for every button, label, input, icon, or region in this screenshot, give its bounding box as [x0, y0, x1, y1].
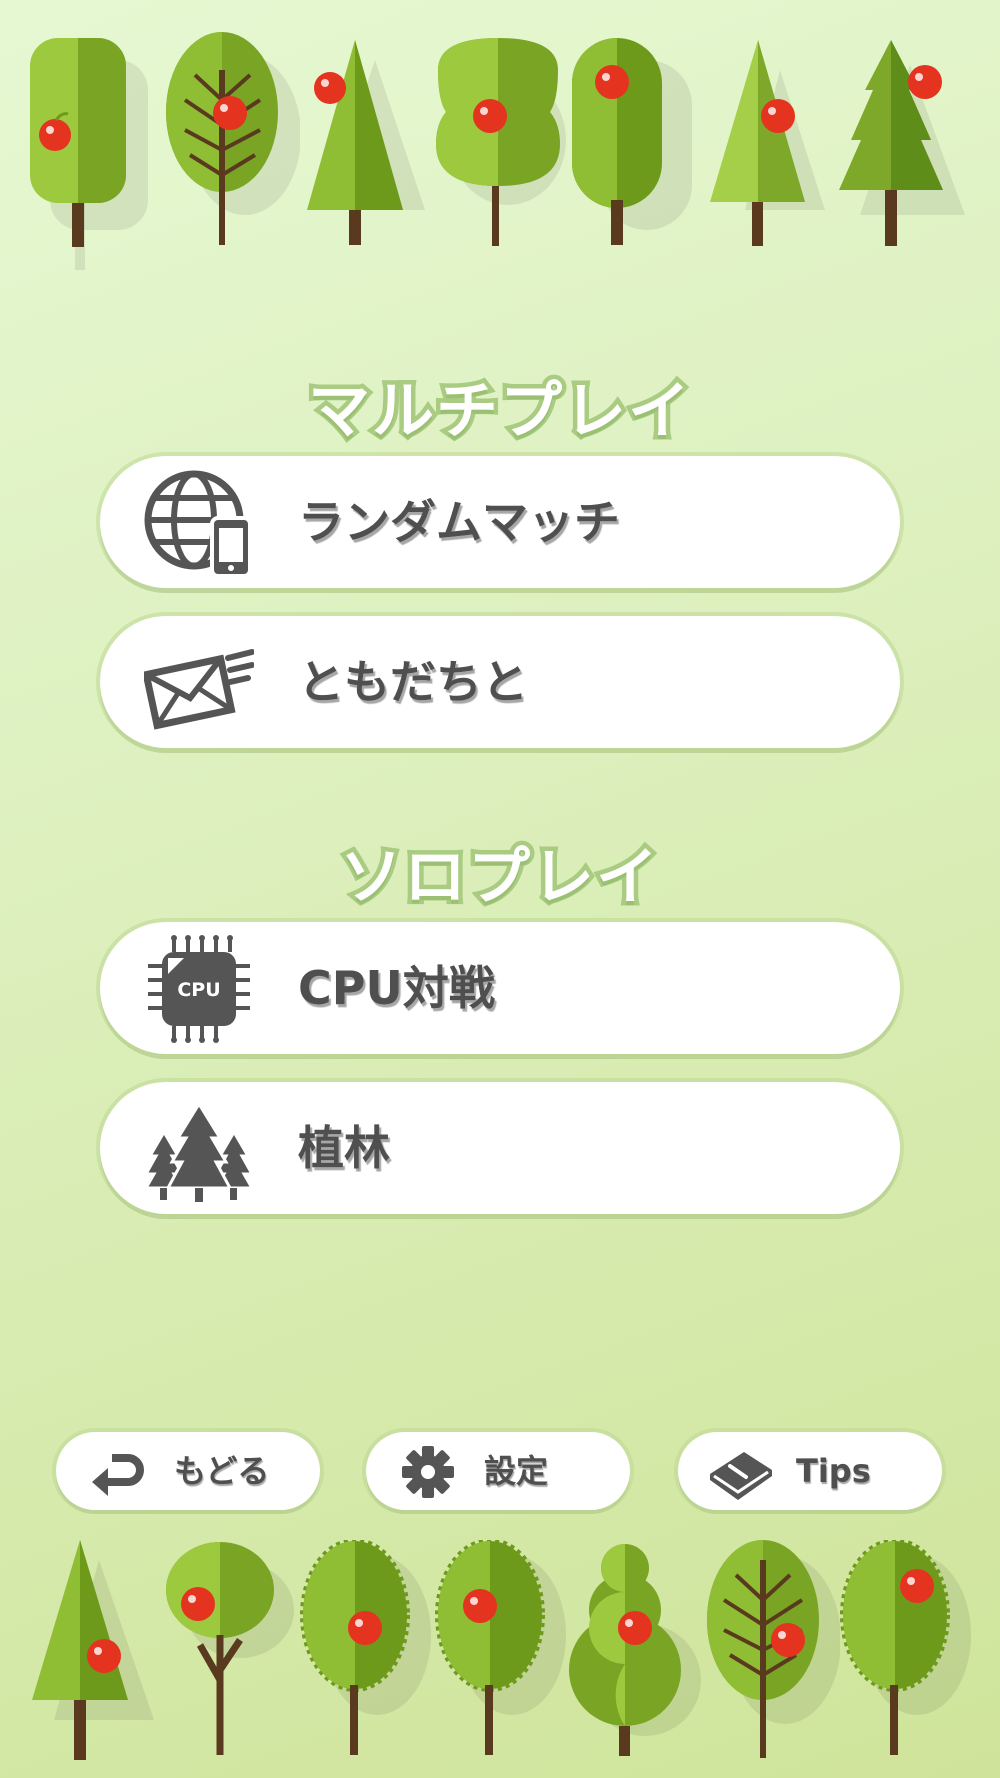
friends-label: ともだちと: [295, 652, 531, 712]
book-icon: [710, 1452, 772, 1500]
cpu-battle-button[interactable]: CPU CPU対戦: [100, 922, 900, 1054]
tree-5: [572, 38, 692, 245]
tree-b4: [435, 1540, 566, 1755]
back-button[interactable]: もどる: [56, 1432, 320, 1510]
tree-3: [307, 40, 425, 245]
envelope-icon: [144, 649, 254, 730]
cpu-chip-icon: CPU: [148, 935, 250, 1043]
tree-6: [710, 40, 825, 246]
cpu-battle-label: CPU対戦: [295, 958, 498, 1018]
tree-2: [166, 32, 300, 245]
return-arrow-icon: [92, 1454, 144, 1496]
bottom-tree-decoration: [0, 1540, 1000, 1778]
tree-7: [839, 40, 965, 246]
cpu-chip-text: CPU: [177, 979, 220, 1001]
soloplay-section-title: ソロプレイ: [335, 836, 662, 918]
tree-1: [30, 38, 148, 270]
back-label: もどる: [171, 1450, 271, 1493]
tree-b1: [32, 1540, 154, 1760]
planting-button[interactable]: 植林: [100, 1082, 900, 1214]
tree-b7: [840, 1540, 971, 1755]
tree-b3: [300, 1540, 431, 1755]
settings-label: 設定: [481, 1450, 550, 1493]
tips-button[interactable]: Tips: [678, 1432, 942, 1510]
random-match-label: ランダムマッチ: [295, 492, 623, 552]
gear-icon: [402, 1446, 454, 1498]
random-match-button[interactable]: ランダムマッチ: [100, 456, 900, 588]
forest-icon: [144, 1101, 254, 1202]
multiplay-section-title: マルチプレイ: [303, 370, 694, 452]
planting-label: 植林: [295, 1118, 393, 1178]
top-tree-decoration: [0, 30, 1000, 280]
globe-phone-icon: [144, 470, 252, 578]
tree-b6: [707, 1540, 840, 1758]
tree-b2: [166, 1542, 294, 1755]
tree-b5: [569, 1544, 701, 1756]
settings-button[interactable]: 設定: [366, 1432, 630, 1510]
tips-label: Tips: [794, 1450, 874, 1493]
tree-4: [436, 38, 566, 246]
friends-button[interactable]: ともだちと: [100, 616, 900, 748]
